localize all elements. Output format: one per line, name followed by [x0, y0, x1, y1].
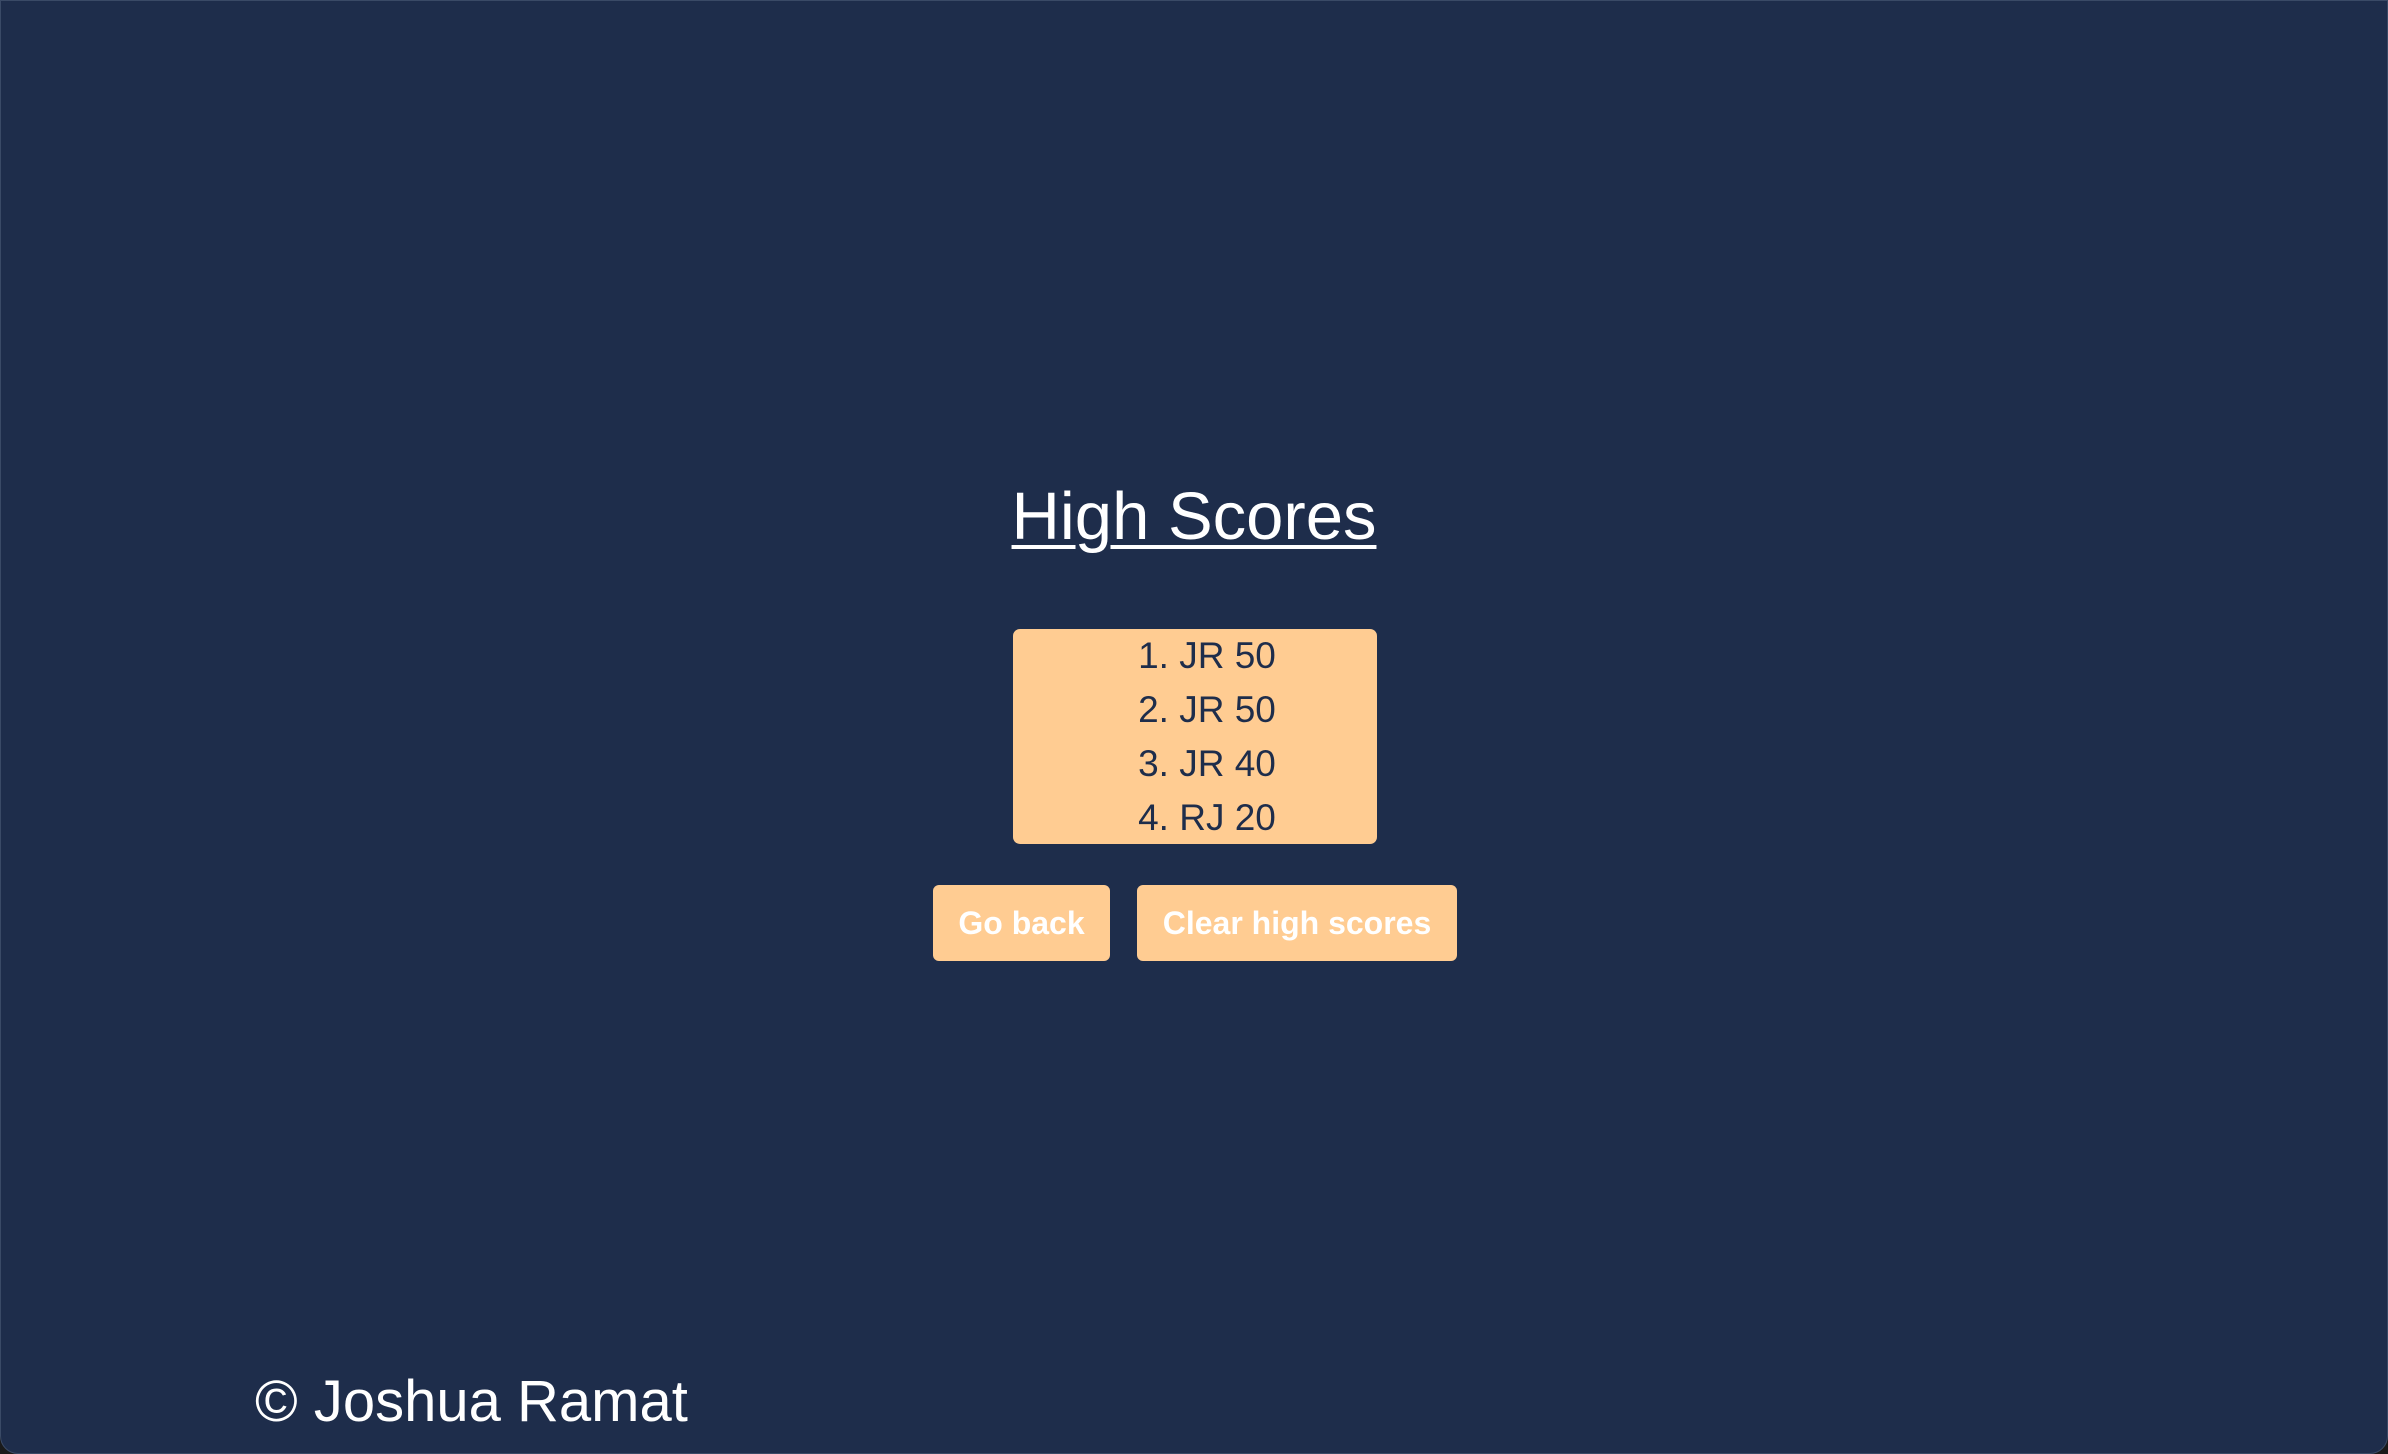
list-item: 4. RJ 20 [1138, 797, 1276, 838]
footer-copyright: © Joshua Ramat [255, 1369, 688, 1434]
list-item: 3. JR 40 [1138, 743, 1276, 784]
page-title: High Scores [1011, 479, 1377, 554]
clear-high-scores-button[interactable]: Clear high scores [1137, 885, 1457, 961]
go-back-button[interactable]: Go back [933, 885, 1110, 961]
list-item: 2. JR 50 [1138, 689, 1276, 730]
list-item: 1. JR 50 [1138, 635, 1276, 676]
high-scores-list: 1. JR 50 2. JR 50 3. JR 40 4. RJ 20 [1013, 629, 1377, 844]
app-window: High Scores 1. JR 50 2. JR 50 3. JR 40 4… [0, 0, 2388, 1454]
